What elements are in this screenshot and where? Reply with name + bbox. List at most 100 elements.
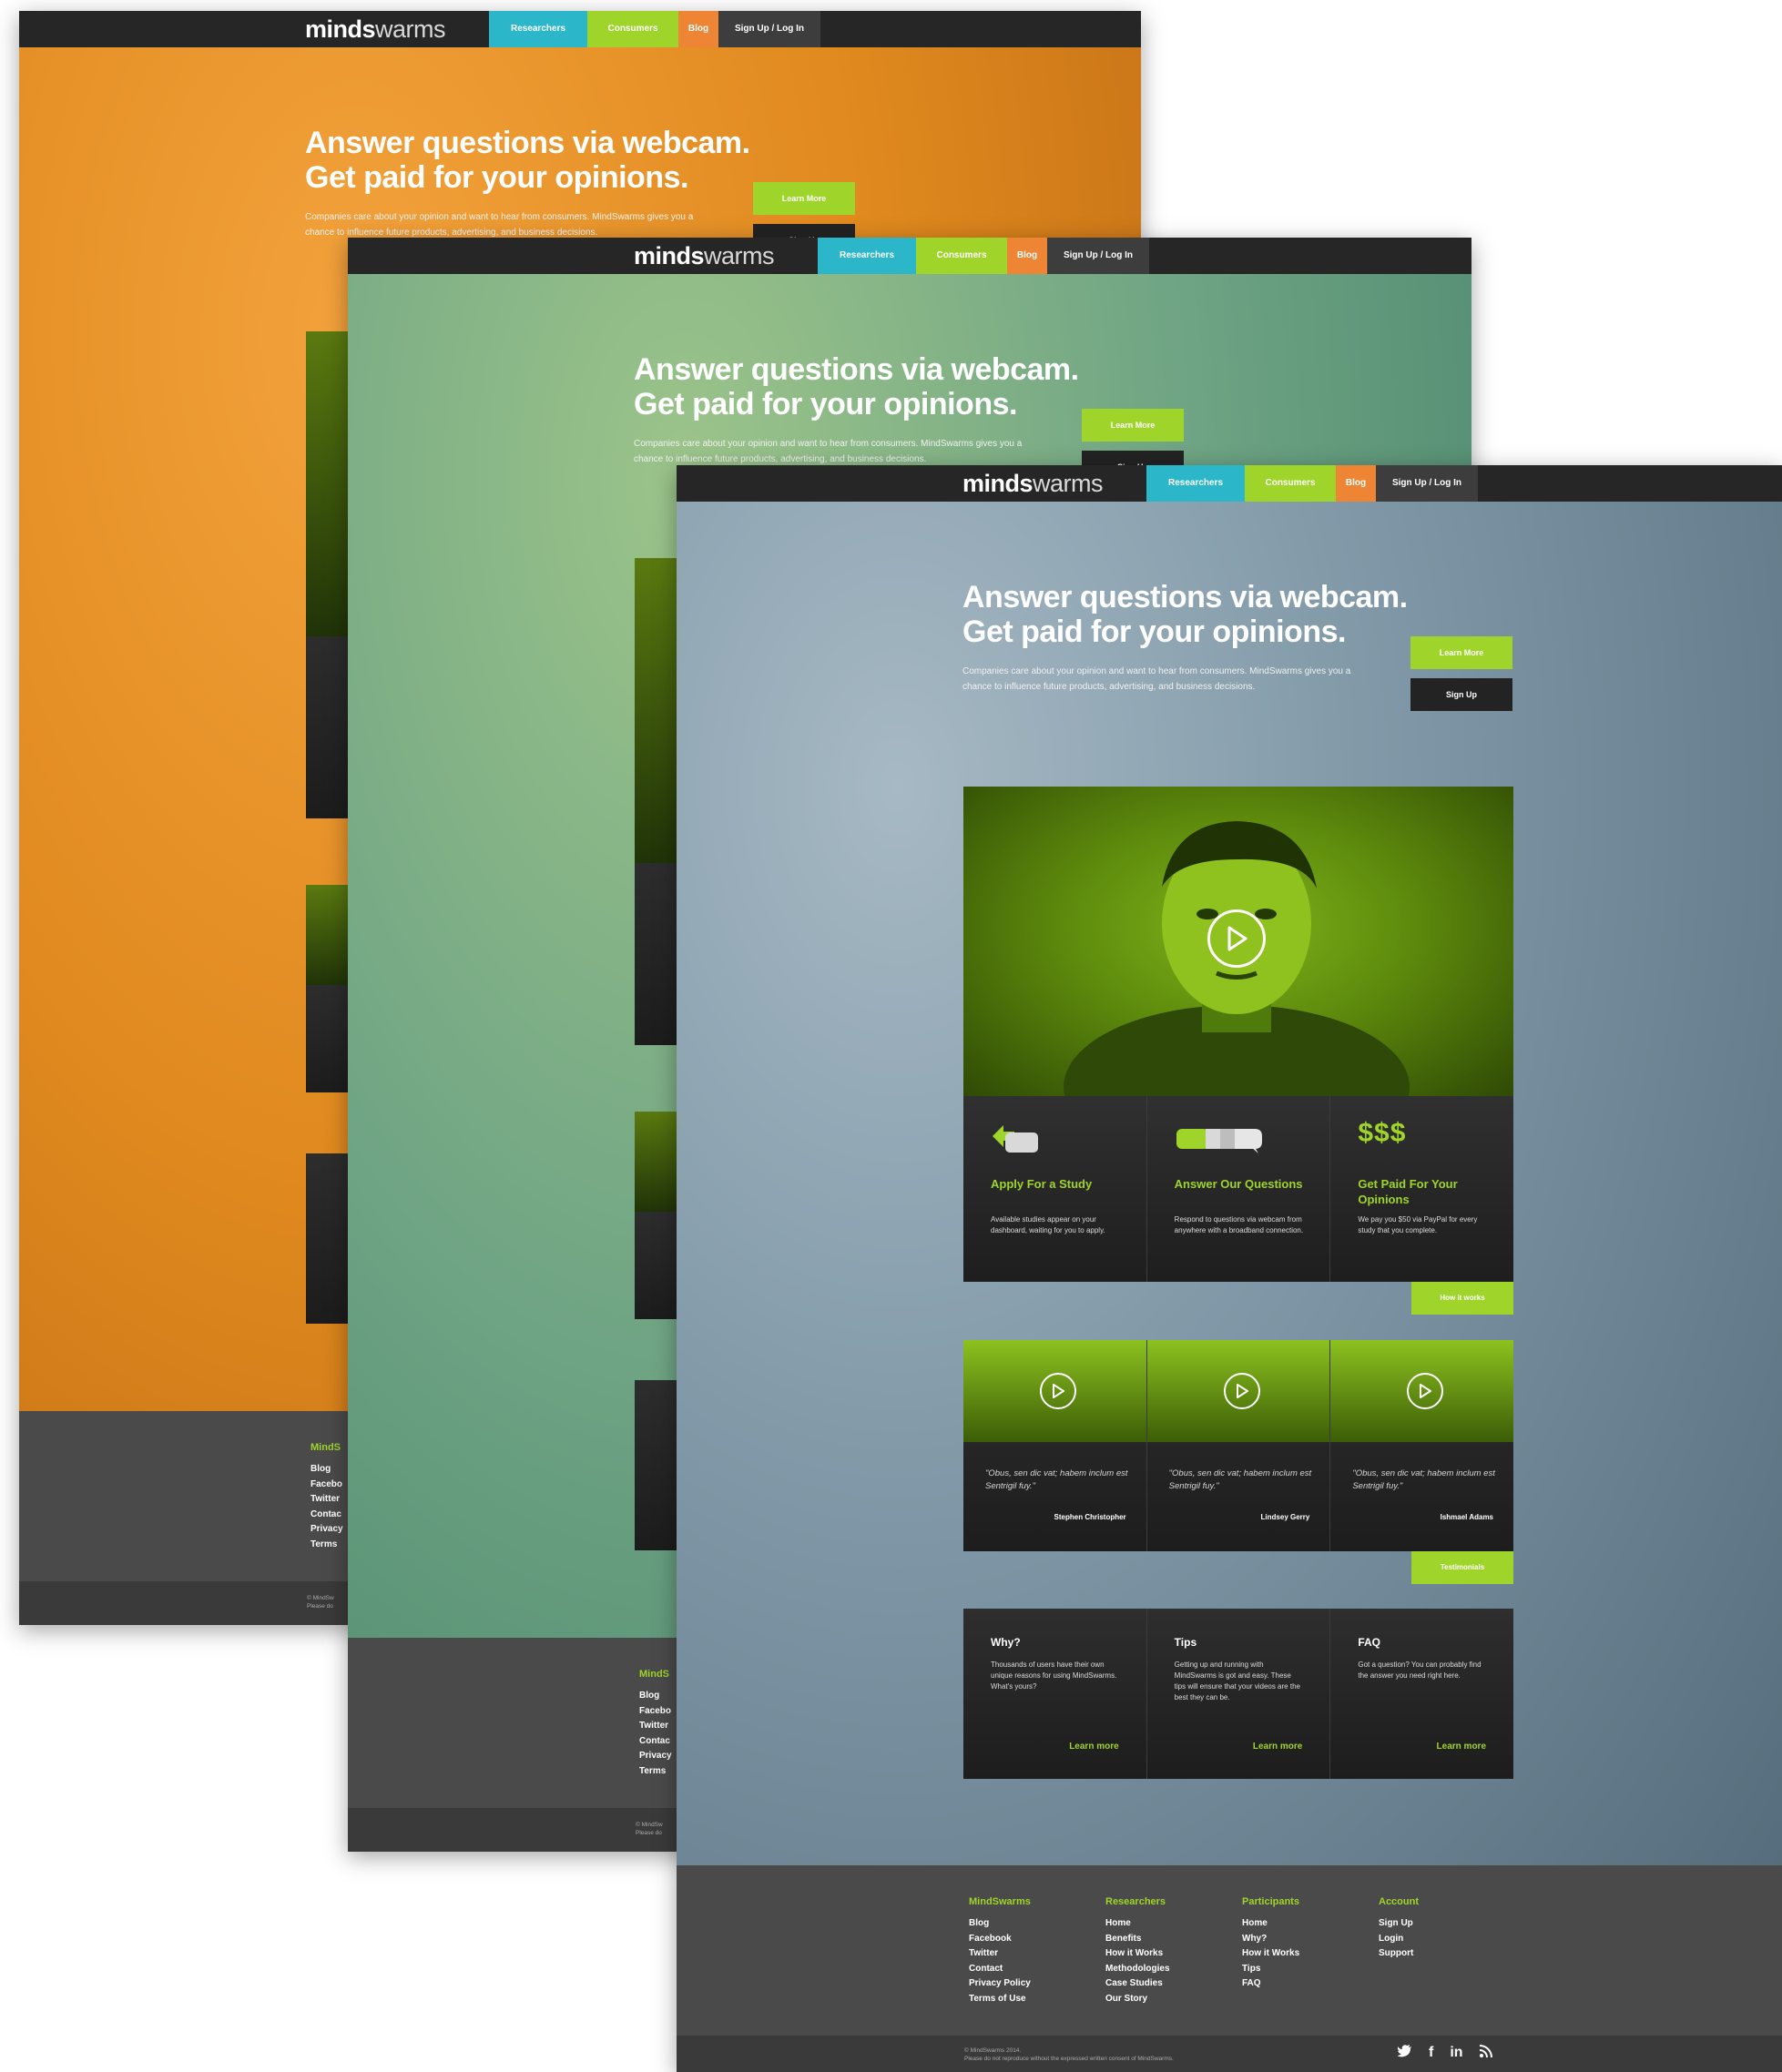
footer-link[interactable]: Contac: [639, 1734, 672, 1750]
learn-more-link[interactable]: Learn more: [1069, 1742, 1118, 1752]
info-section: Why? Thousands of users have their own u…: [963, 1609, 1514, 1779]
step-apply: Apply For a Study Available studies appe…: [963, 1096, 1147, 1282]
facebook-icon[interactable]: f: [1429, 2045, 1433, 2061]
blue-page-mockup: mindswarms Researchers Consumers Blog Si…: [677, 465, 1782, 2072]
sign-up-button[interactable]: Sign Up: [1410, 678, 1512, 711]
play-icon[interactable]: [1223, 1373, 1260, 1409]
nav-blog[interactable]: Blog: [678, 11, 718, 47]
learn-more-link[interactable]: Learn more: [1437, 1742, 1486, 1752]
footer-link[interactable]: How it Works: [1242, 1946, 1299, 1962]
learn-more-button[interactable]: Learn More: [1410, 636, 1512, 669]
nav-researchers[interactable]: Researchers: [818, 238, 916, 274]
footer-link[interactable]: Sign Up: [1379, 1916, 1413, 1932]
footer-link[interactable]: Privacy Policy: [969, 1976, 1031, 1992]
info-title: FAQ: [1358, 1636, 1381, 1649]
testimonial-thumbnail[interactable]: [635, 1112, 678, 1212]
footer-column-title: Researchers: [1105, 1896, 1166, 1907]
nav-researchers[interactable]: Researchers: [489, 11, 587, 47]
video-thumbnail[interactable]: [306, 331, 350, 636]
linkedin-icon[interactable]: in: [1450, 2045, 1462, 2061]
nav-consumers[interactable]: Consumers: [587, 11, 678, 47]
hero-title: Answer questions via webcam. Get paid fo…: [962, 580, 1408, 649]
footer-link[interactable]: Benefits: [1105, 1932, 1170, 1947]
nav-signup-login[interactable]: Sign Up / Log In: [718, 11, 820, 47]
dollar-icon: $$$: [1358, 1118, 1407, 1148]
footer-link[interactable]: Blog: [969, 1916, 1031, 1932]
testimonial-video[interactable]: [1146, 1340, 1330, 1442]
info-card-why: Why? Thousands of users have their own u…: [963, 1609, 1147, 1779]
footer-link[interactable]: How it Works: [1105, 1946, 1170, 1962]
testimonial-thumbnail[interactable]: [306, 885, 350, 985]
footer-link[interactable]: Home: [1242, 1916, 1299, 1932]
logo[interactable]: mindswarms: [962, 472, 1104, 496]
footer-links-participants: Home Why? How it Works Tips FAQ: [1242, 1916, 1299, 1992]
nav-signup-login[interactable]: Sign Up / Log In: [1047, 238, 1149, 274]
nav-consumers[interactable]: Consumers: [1245, 465, 1336, 502]
testimonial-quote: "Obus, sen dic vat; habem inclum est Sen…: [1168, 1468, 1312, 1491]
nav-signup-login[interactable]: Sign Up / Log In: [1376, 465, 1478, 502]
info-text: Thousands of users have their own unique…: [991, 1661, 1117, 1691]
testimonial-author: Stephen Christopher: [1054, 1513, 1126, 1521]
copyright: © MindSwarms 2014. Please do not reprodu…: [964, 2047, 1174, 2062]
footer-link[interactable]: Case Studies: [1105, 1976, 1170, 1992]
footer-link[interactable]: Terms: [639, 1764, 672, 1780]
footer-links: Blog Facebo Twitter Contac Privacy Terms: [311, 1462, 343, 1552]
footer-title: MindS: [639, 1669, 669, 1680]
footer-link[interactable]: Facebook: [969, 1932, 1031, 1947]
nav-researchers[interactable]: Researchers: [1146, 465, 1245, 502]
footer-link[interactable]: Privacy: [311, 1522, 343, 1538]
testimonials-button[interactable]: Testimonials: [1411, 1551, 1513, 1584]
footer-link[interactable]: Contac: [311, 1508, 343, 1523]
footer-link[interactable]: Facebo: [311, 1478, 343, 1493]
footer-link[interactable]: Terms: [311, 1538, 343, 1553]
info-text: Getting up and running with MindSwarms i…: [1174, 1661, 1300, 1701]
footer-link[interactable]: Tips: [1242, 1962, 1299, 1977]
learn-more-link[interactable]: Learn more: [1253, 1742, 1302, 1752]
footer-link[interactable]: Privacy: [639, 1749, 672, 1764]
how-it-works-button[interactable]: How it works: [1411, 1282, 1513, 1315]
play-icon[interactable]: [1207, 909, 1266, 968]
logo[interactable]: mindswarms: [305, 17, 446, 42]
footer-link[interactable]: Contact: [969, 1962, 1031, 1977]
hero-text: Companies care about your opinion and wa…: [634, 439, 1023, 464]
footer-link[interactable]: Our Story: [1105, 1992, 1170, 2007]
testimonial-video[interactable]: [963, 1340, 1146, 1442]
step-title: Answer Our Questions: [1174, 1177, 1303, 1191]
copyright: © MindSw Please do: [307, 1595, 334, 1610]
nav-blog[interactable]: Blog: [1007, 238, 1047, 274]
footer-link[interactable]: Home: [1105, 1916, 1170, 1932]
footer-link[interactable]: Twitter: [311, 1492, 343, 1508]
learn-more-button[interactable]: Learn More: [1082, 409, 1184, 442]
testimonial-card: "Obus, sen dic vat; habem inclum est Sen…: [1146, 1340, 1331, 1551]
info-card: [306, 1153, 350, 1324]
footer-link[interactable]: Twitter: [639, 1719, 672, 1734]
play-icon[interactable]: [1040, 1373, 1076, 1409]
footer-link[interactable]: FAQ: [1242, 1976, 1299, 1992]
video-thumbnail[interactable]: [635, 558, 678, 863]
speech-bubble-icon: [1176, 1129, 1262, 1153]
footer-link[interactable]: Login: [1379, 1932, 1413, 1947]
footer-column-title: Account: [1379, 1896, 1419, 1907]
nav-consumers[interactable]: Consumers: [916, 238, 1007, 274]
learn-more-button[interactable]: Learn More: [753, 182, 855, 215]
footer-link[interactable]: Blog: [311, 1462, 343, 1478]
footer-link[interactable]: Blog: [639, 1689, 672, 1704]
footer-link[interactable]: Why?: [1242, 1932, 1299, 1947]
top-nav: mindswarms Researchers Consumers Blog Si…: [677, 465, 1782, 502]
footer: MindSwarms Blog Facebook Twitter Contact…: [677, 1865, 1782, 2036]
play-icon[interactable]: [1407, 1373, 1444, 1409]
rss-icon[interactable]: [1479, 2045, 1492, 2057]
logo[interactable]: mindswarms: [634, 244, 775, 269]
twitter-icon[interactable]: [1398, 2045, 1412, 2057]
footer-link[interactable]: Twitter: [969, 1946, 1031, 1962]
footer-link[interactable]: Terms of Use: [969, 1992, 1031, 2007]
footer-link[interactable]: Facebo: [639, 1704, 672, 1720]
back-arrow-icon: [993, 1125, 1038, 1153]
main-video[interactable]: [963, 787, 1513, 1096]
copyright: © MindSw Please do: [636, 1822, 663, 1836]
testimonial-video[interactable]: [1330, 1340, 1514, 1442]
footer-link[interactable]: Methodologies: [1105, 1962, 1170, 1977]
top-nav: mindswarms Researchers Consumers Blog Si…: [19, 11, 1141, 47]
nav-blog[interactable]: Blog: [1336, 465, 1376, 502]
footer-link[interactable]: Support: [1379, 1946, 1413, 1962]
